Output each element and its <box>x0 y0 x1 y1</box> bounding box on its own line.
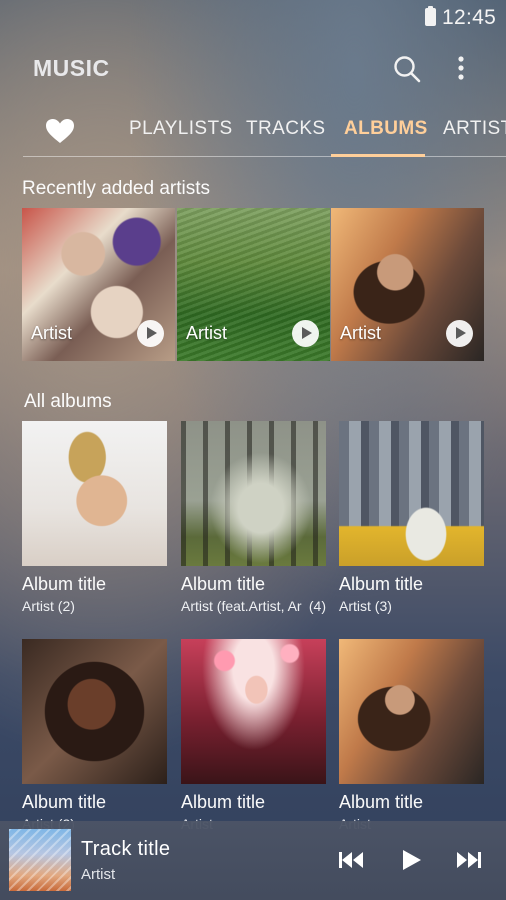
play-icon[interactable] <box>137 320 164 347</box>
album-card[interactable]: Album title Artist (2) <box>22 639 167 832</box>
album-title: Album title <box>22 792 107 812</box>
recent-artists-heading: Recently added artists <box>22 178 210 199</box>
tab-bar: PLAYLISTS TRACKS ALBUMS ARTISTS <box>0 106 506 158</box>
play-icon[interactable] <box>398 847 428 873</box>
album-title: Album title <box>22 574 107 594</box>
search-icon[interactable] <box>392 54 422 84</box>
album-title: Album title <box>181 792 266 812</box>
skip-previous-icon[interactable] <box>336 847 366 873</box>
album-cover[interactable] <box>22 421 167 566</box>
tab-favorites[interactable] <box>44 117 76 145</box>
album-card[interactable]: Album title Artist (3) <box>339 421 484 614</box>
artist-card[interactable]: Artist <box>331 208 484 361</box>
album-artist-row: Artist (feat.Artist, Ar (4) <box>181 598 326 614</box>
now-playing-artist: Artist <box>81 866 116 883</box>
album-card[interactable]: Album title Artist <box>339 639 484 832</box>
album-artist: Artist (3) <box>339 598 392 614</box>
artist-name: Artist <box>340 323 382 343</box>
more-vert-icon[interactable] <box>446 54 476 84</box>
all-albums-heading: All albums <box>24 391 112 412</box>
heart-icon <box>44 119 76 149</box>
tab-albums[interactable]: ALBUMS <box>344 118 428 140</box>
album-title: Album title <box>339 792 424 812</box>
status-bar: 12:45 <box>0 0 506 36</box>
album-artist: Artist (2) <box>22 598 75 614</box>
artist-name: Artist <box>186 323 228 343</box>
now-playing-title: Track title <box>81 838 171 860</box>
skip-next-icon[interactable] <box>454 847 484 873</box>
album-card[interactable]: Album title Artist (feat.Artist, Ar (4) <box>181 421 326 614</box>
artist-card[interactable]: Artist <box>22 208 175 361</box>
album-card[interactable]: Album title Artist <box>181 639 326 832</box>
album-card[interactable]: Album title Artist (2) <box>22 421 167 614</box>
tab-playlists[interactable]: PLAYLISTS <box>129 118 233 140</box>
tab-tracks[interactable]: TRACKS <box>246 118 325 140</box>
tab-artists[interactable]: ARTISTS <box>443 118 506 140</box>
album-cover[interactable] <box>181 421 326 566</box>
album-count: (4) <box>308 598 326 614</box>
battery-icon <box>425 6 436 26</box>
artist-name: Artist <box>31 323 73 343</box>
album-artist: Artist (feat.Artist, Ar <box>181 598 302 614</box>
album-title: Album title <box>181 574 266 594</box>
album-cover[interactable] <box>339 421 484 566</box>
status-time: 12:45 <box>442 6 497 29</box>
tab-selected-indicator <box>331 154 425 157</box>
album-cover[interactable] <box>339 639 484 784</box>
play-icon[interactable] <box>446 320 473 347</box>
artist-card[interactable]: Artist <box>177 208 330 361</box>
tab-divider <box>23 156 506 157</box>
now-playing-album-art[interactable] <box>9 829 71 891</box>
album-title: Album title <box>339 574 424 594</box>
album-cover[interactable] <box>22 639 167 784</box>
play-icon[interactable] <box>292 320 319 347</box>
mini-player[interactable]: Track title Artist <box>0 821 506 900</box>
app-title: MUSIC <box>33 55 110 81</box>
album-cover[interactable] <box>181 639 326 784</box>
